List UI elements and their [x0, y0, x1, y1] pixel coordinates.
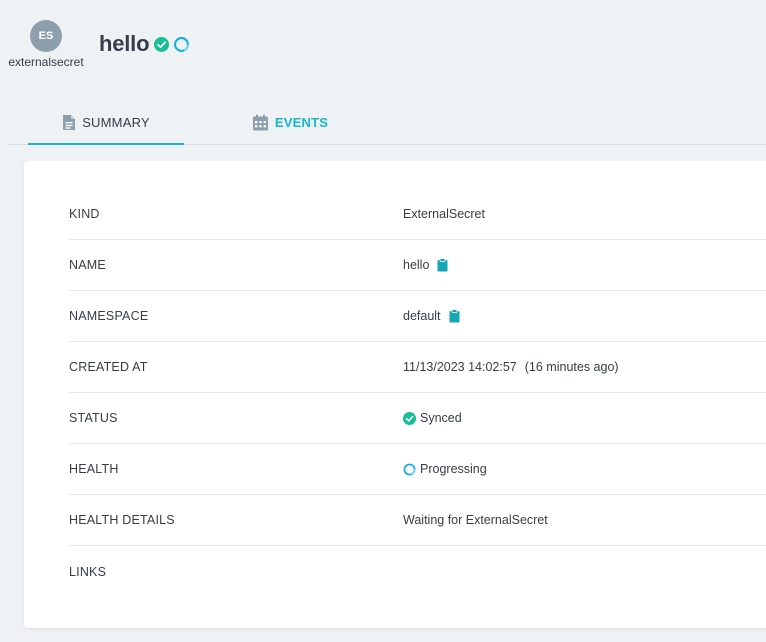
calendar-icon [252, 114, 275, 131]
title-status-icons [154, 36, 190, 53]
check-circle-icon [403, 411, 416, 425]
summary-row-links: LINKS [69, 546, 766, 597]
kind-avatar: ES [30, 20, 62, 52]
created-at-value: 11/13/2023 14:02:57 [403, 360, 517, 374]
kind-value: ExternalSecret [403, 207, 485, 221]
clipboard-icon[interactable] [449, 309, 460, 323]
summary-table: KIND ExternalSecret NAME hello NAMESPACE [69, 189, 766, 597]
title-wrap: hello [99, 31, 190, 57]
summary-row-kind: KIND ExternalSecret [69, 189, 766, 240]
row-key: KIND [69, 207, 100, 221]
document-icon [62, 114, 82, 131]
tab-summary[interactable]: SUMMARY [28, 100, 184, 145]
row-key: HEALTH DETAILS [69, 513, 175, 527]
summary-row-namespace: NAMESPACE default [69, 291, 766, 342]
summary-row-health-details: HEALTH DETAILS Waiting for ExternalSecre… [69, 495, 766, 546]
row-key: CREATED AT [69, 360, 148, 374]
tab-summary-label: SUMMARY [82, 114, 150, 130]
row-value: Progressing [403, 462, 487, 476]
summary-row-created-at: CREATED AT 11/13/2023 14:02:57 (16 minut… [69, 342, 766, 393]
health-details-value: Waiting for ExternalSecret [403, 513, 548, 527]
status-value: Synced [420, 411, 462, 425]
progressing-circle-icon [173, 36, 190, 53]
progressing-circle-icon [403, 463, 416, 476]
tab-events[interactable]: EVENTS [230, 100, 350, 144]
resource-header: ES externalsecret hello [0, 0, 766, 90]
row-value: 11/13/2023 14:02:57 (16 minutes ago) [403, 360, 619, 374]
page-title: hello [99, 31, 150, 56]
health-value: Progressing [420, 462, 487, 476]
tab-bar: SUMMARY EVENTS [8, 100, 766, 145]
row-key: NAMESPACE [69, 309, 149, 323]
kind-badge: ES externalsecret [6, 20, 86, 69]
created-at-relative: (16 minutes ago) [524, 360, 619, 374]
row-value: ExternalSecret [403, 207, 485, 221]
row-key: LINKS [69, 564, 107, 579]
kind-label: externalsecret [8, 55, 84, 69]
summary-row-health: HEALTH Progressing [69, 444, 766, 495]
row-value: hello [403, 258, 448, 272]
row-key: HEALTH [69, 462, 119, 476]
row-key: NAME [69, 258, 106, 272]
namespace-value: default [403, 309, 441, 323]
summary-row-status: STATUS Synced [69, 393, 766, 444]
row-value: default [403, 309, 460, 323]
name-value: hello [403, 258, 430, 272]
check-circle-icon [154, 36, 170, 52]
row-value: Synced [403, 411, 462, 425]
row-key: STATUS [69, 411, 118, 425]
tab-events-label: EVENTS [274, 114, 329, 130]
clipboard-icon[interactable] [437, 258, 448, 272]
summary-card: KIND ExternalSecret NAME hello NAMESPACE [24, 161, 766, 628]
summary-row-name: NAME hello [69, 240, 766, 291]
row-value: Waiting for ExternalSecret [403, 513, 548, 527]
